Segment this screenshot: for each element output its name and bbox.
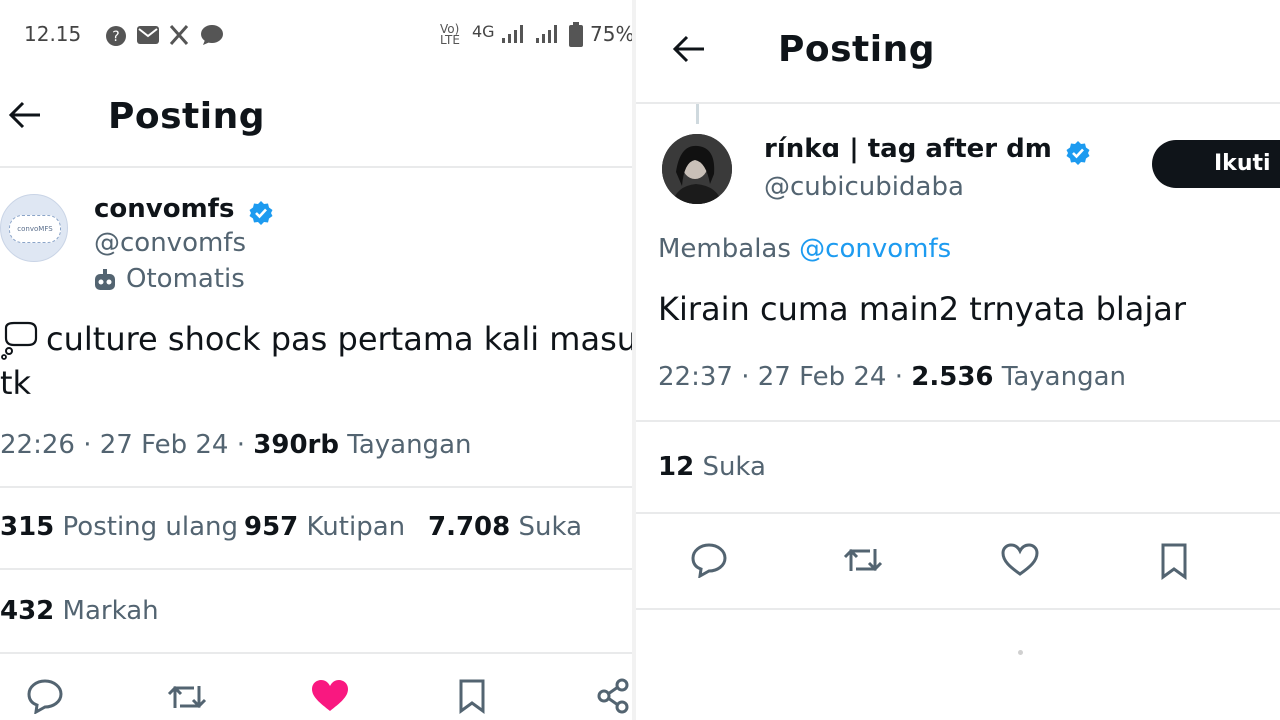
x-logo-icon xyxy=(169,25,189,45)
post-text: Kirain cuma main2 trnyata blajar xyxy=(658,290,1187,328)
author-handle[interactable]: @convomfs xyxy=(94,228,246,258)
like-stat[interactable]: 12 Suka xyxy=(658,452,766,482)
view-label: Tayangan xyxy=(1001,362,1127,392)
battery-percent: 75% xyxy=(590,22,632,46)
bookmark-icon[interactable] xyxy=(1158,542,1190,580)
post-text-line1: culture shock pas pertama kali masuk xyxy=(46,320,632,358)
post-date: 27 Feb 24 xyxy=(99,430,229,460)
back-arrow-icon[interactable] xyxy=(8,100,42,130)
like-label: Suka xyxy=(518,512,583,542)
view-count: 2.536 xyxy=(911,362,994,392)
divider xyxy=(0,166,632,168)
repost-icon[interactable] xyxy=(842,543,884,577)
divider xyxy=(636,102,1280,104)
view-label: Tayangan xyxy=(347,430,472,460)
heart-icon[interactable] xyxy=(1000,542,1040,578)
post-date: 27 Feb 24 xyxy=(757,362,887,392)
post-time: 22:37 xyxy=(658,362,733,392)
divider xyxy=(636,608,1280,610)
reply-to-handle[interactable]: @convomfs xyxy=(799,234,951,264)
reply-icon[interactable] xyxy=(26,678,64,714)
post-time: 22:26 xyxy=(0,430,75,460)
avatar[interactable]: convoMFS xyxy=(0,194,68,262)
like-count: 12 xyxy=(658,452,695,482)
divider xyxy=(636,420,1280,422)
verified-badge-icon xyxy=(1066,140,1090,165)
repost-stat[interactable]: 315 Posting ulang xyxy=(0,512,238,542)
post-text-line2: tk xyxy=(0,364,32,402)
bookmark-icon[interactable] xyxy=(456,678,488,714)
avatar-photo xyxy=(662,134,732,204)
quote-count: 957 xyxy=(244,512,299,542)
volte-indicator: Vo) LTE xyxy=(440,22,460,47)
avatar[interactable] xyxy=(662,134,732,204)
like-stat[interactable]: 7.708 Suka xyxy=(428,512,582,542)
signal-icon xyxy=(502,25,523,43)
post-meta: 22:37 · 27 Feb 24 · 2.536 Tayangan xyxy=(658,362,1127,392)
thread-line xyxy=(696,104,699,124)
like-count: 7.708 xyxy=(428,512,511,542)
bookmark-stat[interactable]: 432 Markah xyxy=(0,596,159,626)
page-title: Posting xyxy=(778,29,935,70)
network-type: 4G xyxy=(472,22,495,41)
status-time: 12.15 xyxy=(24,22,82,46)
avatar-logo-text: convoMFS xyxy=(9,215,61,243)
divider xyxy=(0,652,632,654)
reply-icon[interactable] xyxy=(690,542,728,578)
help-circle-icon: ? xyxy=(106,26,126,46)
replying-to: Membalas @convomfs xyxy=(658,234,951,264)
post-meta: 22:26 · 27 Feb 24 · 390rb Tayangan xyxy=(0,430,472,460)
repost-icon[interactable] xyxy=(166,680,208,714)
quote-label: Kutipan xyxy=(306,512,406,542)
divider xyxy=(0,486,632,488)
author-handle[interactable]: @cubicubidaba xyxy=(764,172,964,202)
heart-filled-icon[interactable] xyxy=(310,678,350,714)
view-count: 390rb xyxy=(253,430,339,460)
share-icon[interactable] xyxy=(596,678,632,714)
svg-text:?: ? xyxy=(112,29,119,45)
right-screenshot-panel: Posting rínkɑ | tag after dm @cubicubida… xyxy=(636,0,1280,720)
signal-icon-2 xyxy=(536,25,557,43)
author-name[interactable]: convomfs xyxy=(94,194,234,224)
divider xyxy=(0,568,632,570)
follow-button[interactable]: Ikuti xyxy=(1152,140,1280,188)
repost-label: Posting ulang xyxy=(62,512,239,542)
battery-icon xyxy=(569,22,583,47)
thought-balloon-icon xyxy=(1,321,38,360)
author-name[interactable]: rínkɑ | tag after dm xyxy=(764,134,1052,164)
repost-count: 315 xyxy=(0,512,55,542)
like-label: Suka xyxy=(702,452,766,482)
automated-label: Otomatis xyxy=(126,264,245,294)
left-screenshot-panel: 12.15 ? Vo) LTE 4G 75% Posting convoMFS c… xyxy=(0,0,632,720)
bookmark-count: 432 xyxy=(0,596,55,626)
replying-label: Membalas xyxy=(658,234,791,264)
divider xyxy=(636,512,1280,514)
page-title: Posting xyxy=(108,96,265,137)
verified-badge-icon xyxy=(249,200,273,225)
mail-icon xyxy=(137,26,159,44)
back-arrow-icon[interactable] xyxy=(672,34,706,64)
bot-icon xyxy=(95,269,115,290)
chat-bubble-icon xyxy=(201,25,223,45)
bookmark-label: Markah xyxy=(62,596,159,626)
quote-stat[interactable]: 957 Kutipan xyxy=(244,512,405,542)
loading-dot xyxy=(1018,650,1023,655)
